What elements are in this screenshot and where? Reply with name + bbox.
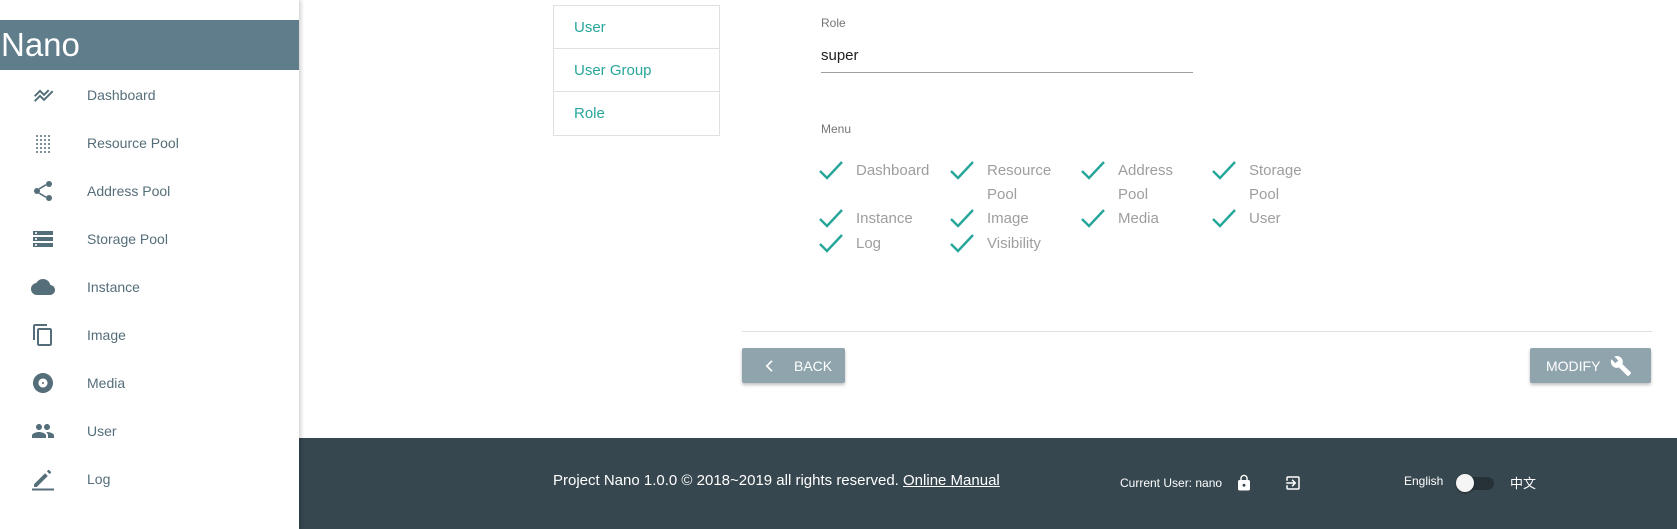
current-user-label: Current User: nano	[1120, 476, 1223, 490]
logout-icon[interactable]	[1284, 474, 1302, 492]
copyright-label: Project Nano 1.0.0 © 2018~2019 all right…	[553, 472, 899, 489]
menu-permission-grid: Dashboard Resource Pool Address Pool Sto…	[818, 159, 1381, 257]
menu-checkbox-label: Media	[1118, 210, 1159, 227]
main-content: User User Group Role Role Menu Dashboard…	[299, 0, 1677, 438]
menu-checkbox-storage-pool[interactable]: Storage Pool	[1211, 159, 1345, 207]
trending-icon	[30, 82, 56, 108]
check-icon	[818, 232, 846, 256]
sidebar-item-label: Log	[87, 471, 111, 487]
sidebar: Nano Dashboard Resource Pool Address Poo…	[0, 0, 299, 529]
menu-checkbox-resource-pool[interactable]: Resource Pool	[949, 159, 1083, 207]
edit-icon	[30, 466, 56, 492]
menu-checkbox-instance[interactable]: Instance	[818, 207, 952, 232]
sidebar-item-label: Instance	[87, 279, 140, 295]
people-icon	[30, 418, 56, 444]
subnav-item-user-group[interactable]: User Group	[554, 49, 719, 92]
online-manual-link[interactable]: Online Manual	[903, 472, 1000, 489]
check-icon	[949, 159, 977, 183]
check-icon	[949, 207, 977, 231]
menu-checkbox-label: Dashboard	[856, 162, 930, 179]
cloud-icon	[30, 274, 56, 300]
sidebar-item-label: User	[87, 423, 117, 439]
copyright-text: Project Nano 1.0.0 © 2018~2019 all right…	[553, 472, 1000, 489]
app-brand: Nano	[0, 20, 299, 70]
language-toggle-thumb	[1456, 474, 1474, 492]
language-chinese-label: 中文	[1510, 477, 1537, 492]
menu-checkbox-label: User	[1249, 210, 1281, 227]
copy-icon	[30, 322, 56, 348]
check-icon	[818, 159, 846, 183]
sidebar-item-label: Dashboard	[87, 87, 156, 103]
app-root: Nano Dashboard Resource Pool Address Poo…	[0, 0, 1677, 529]
back-button-label: BACK	[794, 357, 833, 374]
language-english-label: English	[1404, 474, 1444, 488]
subnav-item-role[interactable]: Role	[554, 92, 719, 135]
menu-checkbox-log[interactable]: Log	[818, 232, 952, 257]
sidebar-nav: Dashboard Resource Pool Address Pool Sto…	[0, 71, 299, 503]
menu-checkbox-label: Resource Pool	[987, 162, 1052, 203]
sidebar-item-log[interactable]: Log	[0, 455, 299, 503]
sidebar-item-label: Image	[87, 327, 126, 343]
menu-checkbox-label: Address Pool	[1118, 162, 1174, 203]
back-button[interactable]: BACK	[742, 348, 845, 383]
sidebar-item-label: Resource Pool	[87, 135, 179, 151]
menu-checkbox-label: Storage Pool	[1249, 162, 1302, 203]
disc-icon	[30, 370, 56, 396]
menu-checkbox-visibility[interactable]: Visibility	[949, 232, 1083, 257]
check-icon	[949, 232, 977, 256]
footer: Project Nano 1.0.0 © 2018~2019 all right…	[299, 438, 1677, 529]
menu-checkbox-image[interactable]: Image	[949, 207, 1083, 232]
menu-checkbox-label: Instance	[856, 210, 913, 227]
sidebar-item-dashboard[interactable]: Dashboard	[0, 71, 299, 119]
grid-dots-icon	[30, 130, 56, 156]
actions-divider	[742, 331, 1652, 332]
sidebar-item-label: Storage Pool	[87, 231, 168, 247]
role-name-input[interactable]	[821, 38, 1193, 73]
storage-icon	[30, 226, 56, 252]
menu-checkbox-label: Image	[987, 210, 1029, 227]
role-field-label: Role	[821, 16, 846, 30]
check-icon	[1080, 207, 1108, 231]
check-icon	[1211, 159, 1239, 183]
menu-checkbox-media[interactable]: Media	[1080, 207, 1214, 232]
menu-checkbox-address-pool[interactable]: Address Pool	[1080, 159, 1214, 207]
sidebar-item-resource-pool[interactable]: Resource Pool	[0, 119, 299, 167]
modify-button[interactable]: MODIFY	[1530, 348, 1651, 383]
check-icon	[1211, 207, 1239, 231]
sidebar-item-storage-pool[interactable]: Storage Pool	[0, 215, 299, 263]
user-subnav: User User Group Role	[553, 5, 720, 136]
sidebar-item-address-pool[interactable]: Address Pool	[0, 167, 299, 215]
menu-checkbox-dashboard[interactable]: Dashboard	[818, 159, 952, 207]
subnav-item-user[interactable]: User	[554, 6, 719, 49]
menu-checkbox-label: Visibility	[987, 235, 1041, 252]
sidebar-item-media[interactable]: Media	[0, 359, 299, 407]
language-toggle[interactable]	[1456, 474, 1494, 492]
check-icon	[1080, 159, 1108, 183]
sidebar-item-label: Media	[87, 375, 126, 391]
menu-section-label: Menu	[821, 122, 852, 136]
share-icon	[30, 178, 56, 204]
menu-checkbox-label: Log	[856, 235, 882, 252]
wrench-icon	[1610, 355, 1632, 377]
sidebar-item-user[interactable]: User	[0, 407, 299, 455]
menu-checkbox-user[interactable]: User	[1211, 207, 1345, 232]
sidebar-item-image[interactable]: Image	[0, 311, 299, 359]
lock-icon[interactable]	[1235, 474, 1253, 492]
sidebar-item-label: Address Pool	[87, 183, 171, 199]
chevron-left-icon	[762, 358, 778, 374]
check-icon	[818, 207, 846, 231]
sidebar-item-instance[interactable]: Instance	[0, 263, 299, 311]
modify-button-label: MODIFY	[1546, 357, 1601, 374]
